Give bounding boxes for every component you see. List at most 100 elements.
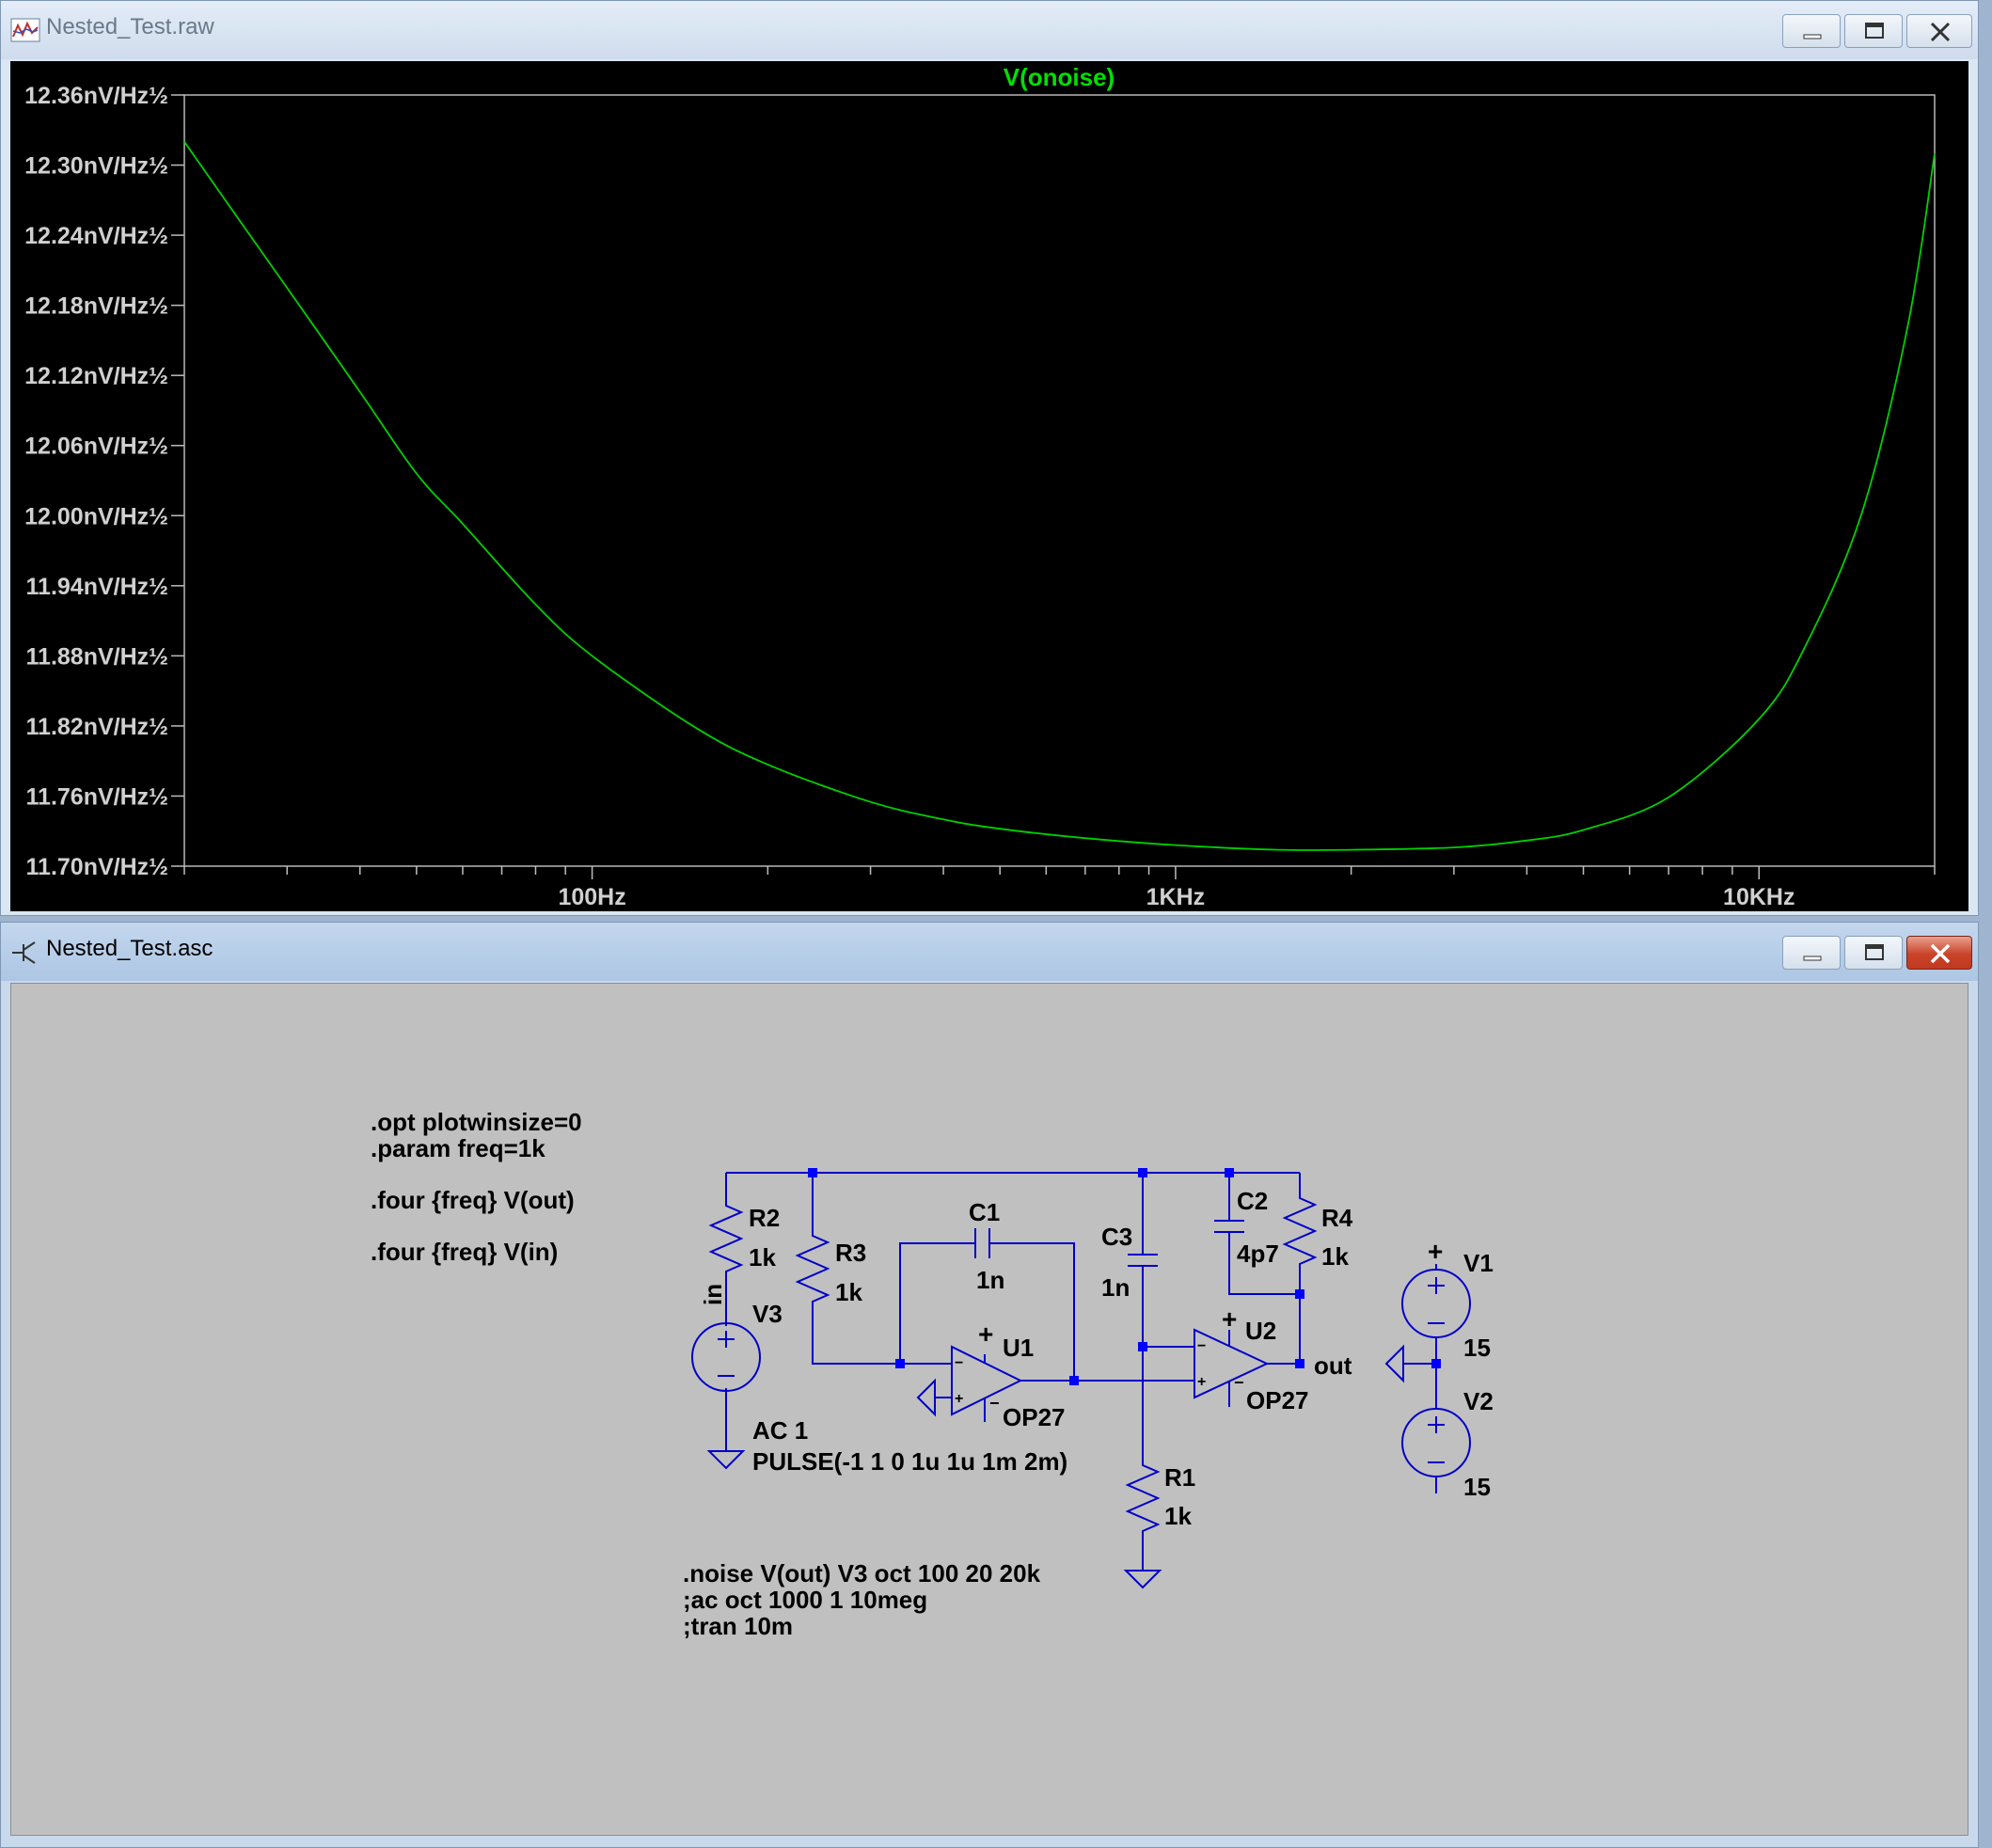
r2-label[interactable]: R2: [749, 1204, 780, 1232]
directive-noise[interactable]: .noise V(out) V3 oct 100 20 20k: [683, 1559, 1041, 1587]
r3-label[interactable]: R3: [835, 1239, 866, 1267]
c3-capacitor[interactable]: [1128, 1254, 1158, 1267]
plot-window: Nested_Test.raw V(onoise) 12.36nV/Hz½ 12.…: [0, 0, 1979, 916]
c1-value[interactable]: 1n: [976, 1266, 1004, 1294]
y-tick-label: 12.00nV/Hz½: [24, 503, 168, 529]
y-tick-label: 11.82nV/Hz½: [26, 714, 168, 740]
plot-window-titlebar[interactable]: Nested_Test.raw: [1, 1, 1978, 59]
r3-resistor[interactable]: [795, 1173, 900, 1365]
junction: [808, 1168, 817, 1177]
close-icon: [1930, 943, 1951, 964]
u1-label[interactable]: U1: [1003, 1334, 1034, 1362]
directive-four-out[interactable]: .four {freq} V(out): [371, 1186, 575, 1214]
v2-source[interactable]: [1401, 1408, 1471, 1477]
u1-model[interactable]: OP27: [1003, 1403, 1066, 1431]
y-tick-label: 12.30nV/Hz½: [24, 153, 168, 180]
c2-label[interactable]: C2: [1237, 1187, 1268, 1215]
u2-model[interactable]: OP27: [1246, 1386, 1309, 1414]
y-tick-label: 11.88nV/Hz½: [26, 643, 168, 670]
ground-u1[interactable]: [916, 1378, 936, 1417]
r3-value[interactable]: 1k: [835, 1278, 862, 1306]
c1-capacitor[interactable]: [974, 1228, 990, 1258]
plot-minimize-button[interactable]: [1782, 14, 1841, 48]
v3-pulse-value[interactable]: PULSE(-1 1 0 1u 1u 1m 2m): [752, 1447, 1067, 1476]
v3-label[interactable]: V3: [752, 1300, 783, 1328]
c2-value[interactable]: 4p7: [1237, 1240, 1279, 1268]
schematic-window: Nested_Test.asc − + + − − + + − + .opt p…: [0, 922, 1979, 1848]
v1-plus-sign: +: [1428, 1237, 1443, 1266]
wire-c1-left[interactable]: [899, 1242, 975, 1364]
y-tick-label: 12.12nV/Hz½: [24, 363, 168, 389]
r1-label[interactable]: R1: [1164, 1463, 1195, 1492]
schematic-drawing[interactable]: − + + − − + + − + .opt plotwinsize=0 .pa…: [11, 984, 1969, 1837]
series-layer: [183, 141, 1936, 851]
ground-v1v2[interactable]: [1384, 1344, 1404, 1383]
plot-close-button[interactable]: [1906, 14, 1972, 48]
v3-source[interactable]: [691, 1322, 761, 1392]
net-label-in[interactable]: in: [699, 1284, 727, 1305]
net-label-out[interactable]: out: [1314, 1351, 1352, 1380]
junction: [1069, 1376, 1079, 1385]
schematic-maximize-button[interactable]: [1844, 936, 1903, 970]
schematic-canvas[interactable]: − + + − − + + − + .opt plotwinsize=0 .pa…: [10, 983, 1968, 1836]
y-tick-label: 11.70nV/Hz½: [26, 854, 168, 880]
chart-title: V(onoise): [1004, 63, 1115, 91]
u1-inverting-sign: −: [955, 1355, 963, 1371]
directive-ac[interactable]: ;ac oct 1000 1 10meg: [683, 1586, 927, 1614]
directive-tran[interactable]: ;tran 10m: [683, 1612, 793, 1640]
c3-label[interactable]: C3: [1101, 1223, 1132, 1251]
v1-source[interactable]: [1401, 1269, 1471, 1338]
r1-value[interactable]: 1k: [1164, 1502, 1192, 1530]
junction: [1225, 1168, 1234, 1177]
schematic-minimize-button[interactable]: [1782, 936, 1841, 970]
plot-pane[interactable]: V(onoise) 12.36nV/Hz½ 12.30nV/Hz½ 12.24nV/…: [10, 61, 1968, 911]
transistor-icon: [12, 941, 36, 964]
directive-opt[interactable]: .opt plotwinsize=0: [371, 1108, 582, 1136]
y-tick-label: 12.36nV/Hz½: [24, 83, 168, 109]
v2-label[interactable]: V2: [1463, 1387, 1494, 1415]
junction: [895, 1359, 905, 1368]
r4-value[interactable]: 1k: [1321, 1242, 1349, 1271]
ground-r1[interactable]: [1123, 1570, 1162, 1589]
c1-label[interactable]: C1: [969, 1198, 1000, 1226]
close-icon: [1930, 22, 1951, 42]
v1-label[interactable]: V1: [1463, 1249, 1494, 1277]
plot-frame: [183, 94, 1936, 867]
u1-noninverting-sign: +: [955, 1391, 963, 1407]
v2-value[interactable]: 15: [1463, 1473, 1491, 1501]
schematic-close-button[interactable]: [1906, 936, 1972, 970]
r1-resistor[interactable]: [1125, 1458, 1161, 1571]
minimize-icon: [1803, 956, 1822, 961]
y-tick-label: 12.06nV/Hz½: [24, 434, 168, 460]
u2-noninverting-sign: +: [1197, 1374, 1206, 1390]
junction: [1295, 1289, 1304, 1299]
u1-vminus-sign: −: [989, 1394, 1000, 1413]
x-tick-label: 10KHz: [1723, 884, 1794, 910]
y-tick-label: 12.18nV/Hz½: [24, 293, 168, 320]
plot-maximize-button[interactable]: [1844, 14, 1903, 48]
minimize-icon: [1803, 34, 1822, 39]
schematic-window-title: Nested_Test.asc: [46, 936, 213, 961]
series-line-vonoise[interactable]: [183, 141, 1936, 851]
junction: [1138, 1168, 1147, 1177]
c3-value[interactable]: 1n: [1101, 1273, 1130, 1302]
schematic-window-titlebar[interactable]: Nested_Test.asc: [1, 923, 1978, 981]
directive-param[interactable]: .param freq=1k: [371, 1134, 545, 1162]
y-tick-label: 11.94nV/Hz½: [26, 574, 168, 600]
y-tick-label: 11.76nV/Hz½: [26, 783, 168, 810]
ground-v3[interactable]: [706, 1450, 746, 1470]
v1-value[interactable]: 15: [1463, 1334, 1491, 1362]
u2-label[interactable]: U2: [1245, 1317, 1276, 1345]
x-axis: 100Hz 1KHz 10KHz: [183, 866, 1936, 910]
u1-vplus-sign: +: [978, 1319, 993, 1349]
r4-label[interactable]: R4: [1321, 1204, 1353, 1232]
u2-vminus-sign: −: [1234, 1373, 1244, 1392]
c2-capacitor[interactable]: [1214, 1220, 1244, 1233]
noise-chart[interactable]: V(onoise) 12.36nV/Hz½ 12.30nV/Hz½ 12.24nV/…: [10, 61, 1970, 913]
junction: [1138, 1342, 1147, 1351]
maximize-icon: [1865, 23, 1884, 39]
r2-value[interactable]: 1k: [749, 1243, 776, 1271]
waveform-icon: [10, 18, 40, 42]
v3-ac-value[interactable]: AC 1: [752, 1416, 808, 1445]
directive-four-in[interactable]: .four {freq} V(in): [371, 1238, 558, 1266]
